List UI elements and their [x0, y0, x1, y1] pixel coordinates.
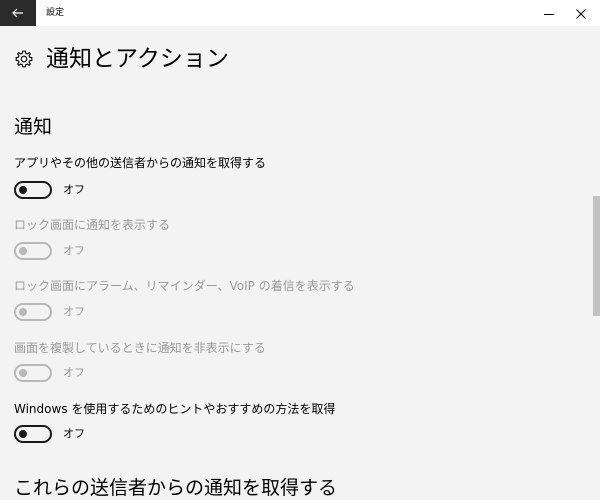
- toggle-row-app-notifications: オフ: [14, 180, 85, 200]
- minimize-button[interactable]: [534, 0, 564, 26]
- scrollbar-thumb[interactable]: [593, 196, 600, 316]
- setting-label-lock-screen-alarms: ロック画面にアラーム、リマインダー、VoIP の着信を表示する: [14, 279, 355, 293]
- toggle-knob: [19, 308, 27, 316]
- toggle-row-hide-when-duplicating: オフ: [14, 363, 85, 383]
- toggle-state-label: オフ: [63, 427, 85, 440]
- title-bar: 設定: [0, 0, 600, 26]
- toggle-state-label: オフ: [63, 305, 85, 318]
- toggle-state-label: オフ: [63, 366, 85, 379]
- minimize-icon: [544, 4, 554, 23]
- back-button[interactable]: [0, 0, 36, 26]
- toggle-row-lock-screen-notifications: オフ: [14, 241, 85, 261]
- toggle-lock-screen-alarms[interactable]: [14, 303, 52, 321]
- toggle-app-notifications[interactable]: [14, 181, 52, 199]
- back-arrow-icon: [12, 8, 24, 18]
- toggle-state-label: オフ: [63, 244, 85, 257]
- toggle-lock-screen-notifications[interactable]: [14, 242, 52, 260]
- setting-label-hide-when-duplicating: 画面を複製しているときに通知を非表示にする: [14, 341, 266, 355]
- gear-icon: [14, 49, 34, 69]
- toggle-row-windows-tips: オフ: [14, 424, 85, 444]
- senders-section-title: これらの送信者からの通知を取得する: [14, 477, 338, 499]
- toggle-state-label: オフ: [63, 183, 85, 196]
- toggle-knob: [19, 247, 27, 255]
- toggle-knob: [19, 369, 27, 377]
- close-icon: [576, 4, 586, 23]
- setting-label-lock-screen-notifications: ロック画面に通知を表示する: [14, 218, 171, 232]
- setting-label-app-notifications: アプリやその他の送信者からの通知を取得する: [14, 156, 267, 170]
- close-button[interactable]: [566, 0, 596, 26]
- setting-label-windows-tips: Windows を使用するためのヒントやおすすめの方法を取得: [14, 402, 336, 416]
- toggle-row-lock-screen-alarms: オフ: [14, 302, 85, 322]
- toggle-hide-when-duplicating[interactable]: [14, 364, 52, 382]
- page-header: 通知とアクション: [14, 44, 229, 74]
- notifications-section-title: 通知: [14, 116, 53, 138]
- app-title: 設定: [46, 8, 65, 18]
- toggle-knob: [19, 430, 27, 438]
- settings-window: 設定 通知とアクション 通知 アプリやその他の送信者からの通知を取得する オフ …: [0, 0, 600, 500]
- vertical-scrollbar[interactable]: [592, 26, 600, 500]
- toggle-windows-tips[interactable]: [14, 425, 52, 443]
- toggle-knob: [19, 186, 27, 194]
- page-title: 通知とアクション: [46, 46, 229, 72]
